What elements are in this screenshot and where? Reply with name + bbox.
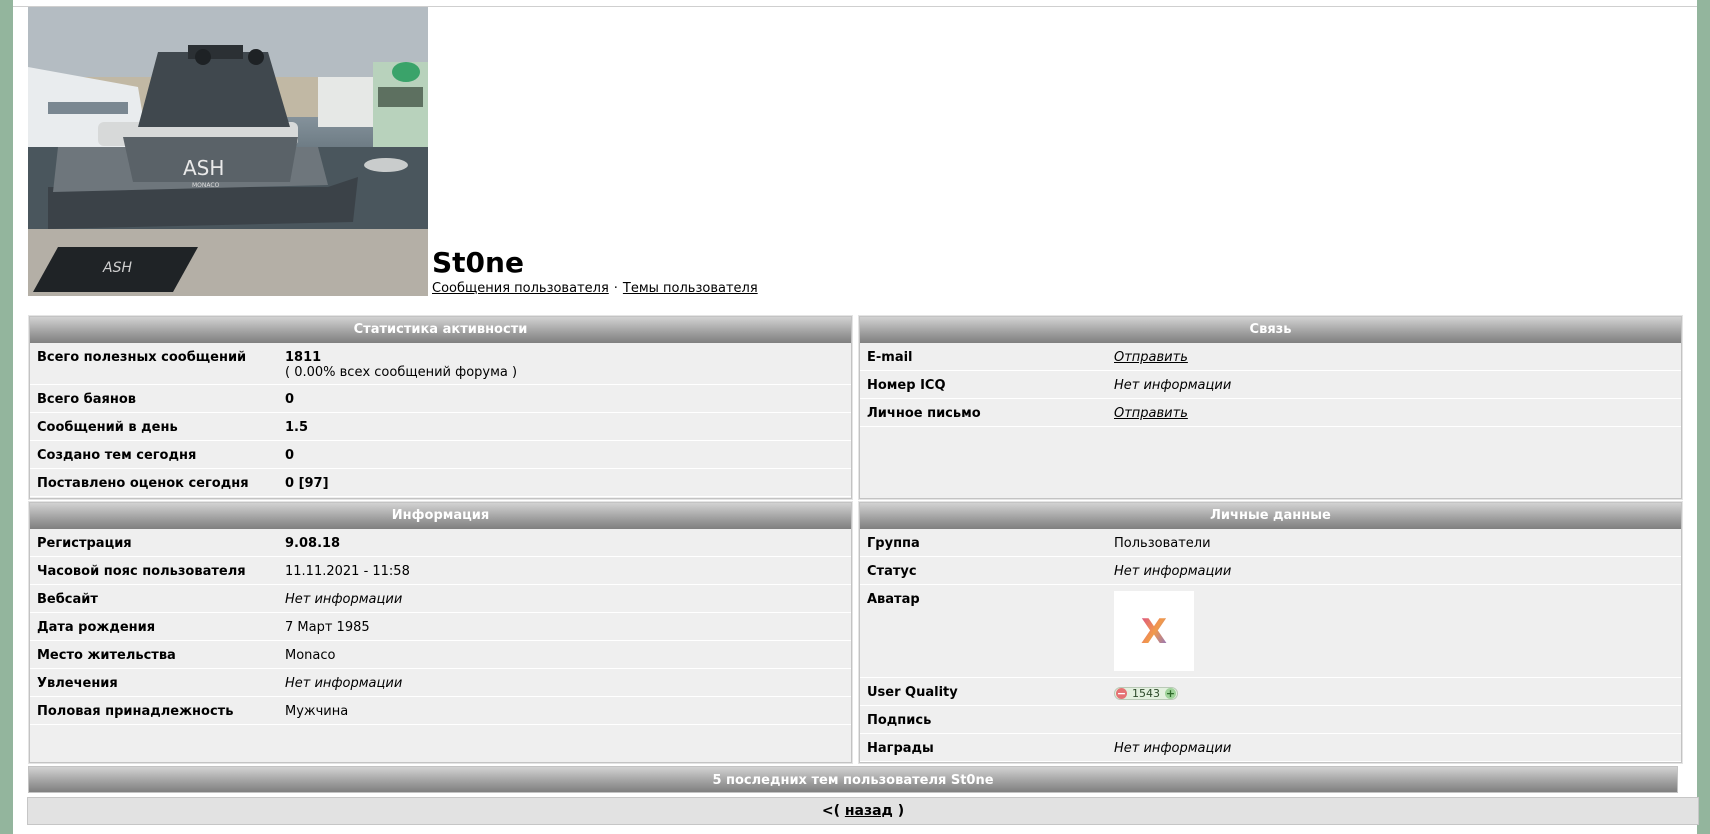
profile-page: ASH MONACO ASH St0ne Сообщения пользоват…: [13, 0, 1699, 834]
info-panel: Информация Регистрация 9.08.18 Часовой п…: [28, 501, 853, 764]
info-row: Половая принадлежность Мужчина: [30, 697, 851, 725]
back-bar: <( назад ): [27, 797, 1699, 825]
website-value: Нет информации: [285, 592, 403, 607]
profile-links: Сообщения пользователя · Темы пользователя: [432, 281, 758, 296]
back-prefix: <(: [821, 803, 840, 819]
back-suffix: ): [897, 803, 905, 819]
user-messages-link[interactable]: Сообщения пользователя: [432, 281, 609, 296]
stat-value: 1811: [285, 350, 322, 365]
stat-value: 0: [285, 392, 295, 407]
group-value: Пользователи: [1114, 536, 1211, 551]
stat-row: Поставлено оценок сегодня 0 [97]: [30, 469, 851, 497]
info-label: Часовой пояс пользователя: [37, 564, 246, 579]
info-label: Место жительства: [37, 648, 176, 663]
birthday-value: 7 Март 1985: [285, 620, 370, 635]
contact-label: Личное письмо: [867, 406, 981, 421]
user-topics-link[interactable]: Темы пользователя: [623, 281, 758, 296]
location-value: Monaco: [285, 648, 336, 663]
activity-header: Статистика активности: [30, 317, 851, 343]
stat-row: Всего полезных сообщений 1811 ( 0.00% вс…: [30, 343, 851, 385]
stat-value: 0 [97]: [285, 476, 329, 491]
username-heading: St0ne: [432, 246, 524, 279]
personal-label: Подпись: [867, 713, 932, 728]
contact-label: Номер ICQ: [867, 378, 946, 393]
personal-label: User Quality: [867, 685, 958, 700]
awards-value: Нет информации: [1114, 741, 1232, 756]
quality-minus-button[interactable]: −: [1116, 688, 1127, 699]
info-label: Вебсайт: [37, 592, 98, 607]
profile-photo: ASH MONACO ASH: [28, 7, 428, 296]
boat-name-text: ASH: [183, 156, 224, 180]
icq-value: Нет информации: [1114, 378, 1232, 393]
info-label: Регистрация: [37, 536, 132, 551]
contact-row: E-mail Отправить: [860, 343, 1681, 371]
stat-label: Всего баянов: [37, 392, 137, 407]
interests-value: Нет информации: [285, 676, 403, 691]
stat-row: Всего баянов 0: [30, 385, 851, 413]
info-row: Регистрация 9.08.18: [30, 529, 851, 557]
recent-topics-header: 5 последних тем пользователя St0ne: [28, 766, 1678, 793]
personal-label: Статус: [867, 564, 917, 579]
personal-row: Группа Пользователи: [860, 529, 1681, 557]
info-row: Часовой пояс пользователя 11.11.2021 - 1…: [30, 557, 851, 585]
mat-text: ASH: [102, 260, 132, 276]
avatar-x-icon: X: [1141, 612, 1167, 651]
info-label: Половая принадлежность: [37, 704, 234, 719]
boat-sublabel-text: MONACO: [192, 182, 220, 189]
info-row: Вебсайт Нет информации: [30, 585, 851, 613]
stat-label: Создано тем сегодня: [37, 448, 197, 463]
quality-score: 1543: [1132, 687, 1160, 700]
personal-row: User Quality − 1543 +: [860, 678, 1681, 706]
personal-panel: Личные данные Группа Пользователи Статус…: [858, 501, 1683, 764]
stat-row: Сообщений в день 1.5: [30, 413, 851, 441]
info-header: Информация: [30, 503, 851, 529]
back-link[interactable]: назад: [845, 803, 893, 819]
registration-value: 9.08.18: [285, 536, 341, 551]
personal-row: Подпись: [860, 706, 1681, 734]
contact-row: Номер ICQ Нет информации: [860, 371, 1681, 399]
avatar: X: [1114, 591, 1194, 671]
stat-subvalue: ( 0.00% всех сообщений форума ): [285, 365, 518, 380]
stat-label: Сообщений в день: [37, 420, 178, 435]
info-label: Дата рождения: [37, 620, 156, 635]
svg-text:X: X: [1141, 612, 1167, 651]
timezone-value: 11.11.2021 - 11:58: [285, 564, 410, 579]
contact-header: Связь: [860, 317, 1681, 343]
info-row: Увлечения Нет информации: [30, 669, 851, 697]
personal-label: Награды: [867, 741, 934, 756]
activity-panel: Статистика активности Всего полезных соо…: [28, 315, 853, 500]
send-email-link[interactable]: Отправить: [1114, 350, 1188, 365]
status-value: Нет информации: [1114, 564, 1232, 579]
contact-label: E-mail: [867, 350, 913, 365]
stat-row: Создано тем сегодня 0: [30, 441, 851, 469]
stat-value: 1.5: [285, 420, 309, 435]
send-pm-link[interactable]: Отправить: [1114, 406, 1188, 421]
stat-label: Поставлено оценок сегодня: [37, 476, 249, 491]
personal-label: Аватар: [867, 592, 920, 607]
info-label: Увлечения: [37, 676, 118, 691]
info-row: Место жительства Monaco: [30, 641, 851, 669]
user-quality-widget: − 1543 +: [1114, 687, 1178, 700]
quality-plus-button[interactable]: +: [1165, 688, 1176, 699]
info-row: Дата рождения 7 Март 1985: [30, 613, 851, 641]
gender-value: Мужчина: [285, 704, 349, 719]
stat-value: 0: [285, 448, 295, 463]
contact-panel: Связь E-mail Отправить Номер ICQ Нет инф…: [858, 315, 1683, 500]
personal-row: Награды Нет информации: [860, 734, 1681, 762]
personal-header: Личные данные: [860, 503, 1681, 529]
links-separator: ·: [613, 281, 618, 296]
personal-row: Аватар X: [860, 585, 1681, 678]
stat-label: Всего полезных сообщений: [37, 350, 247, 365]
personal-row: Статус Нет информации: [860, 557, 1681, 585]
contact-row: Личное письмо Отправить: [860, 399, 1681, 427]
personal-label: Группа: [867, 536, 920, 551]
